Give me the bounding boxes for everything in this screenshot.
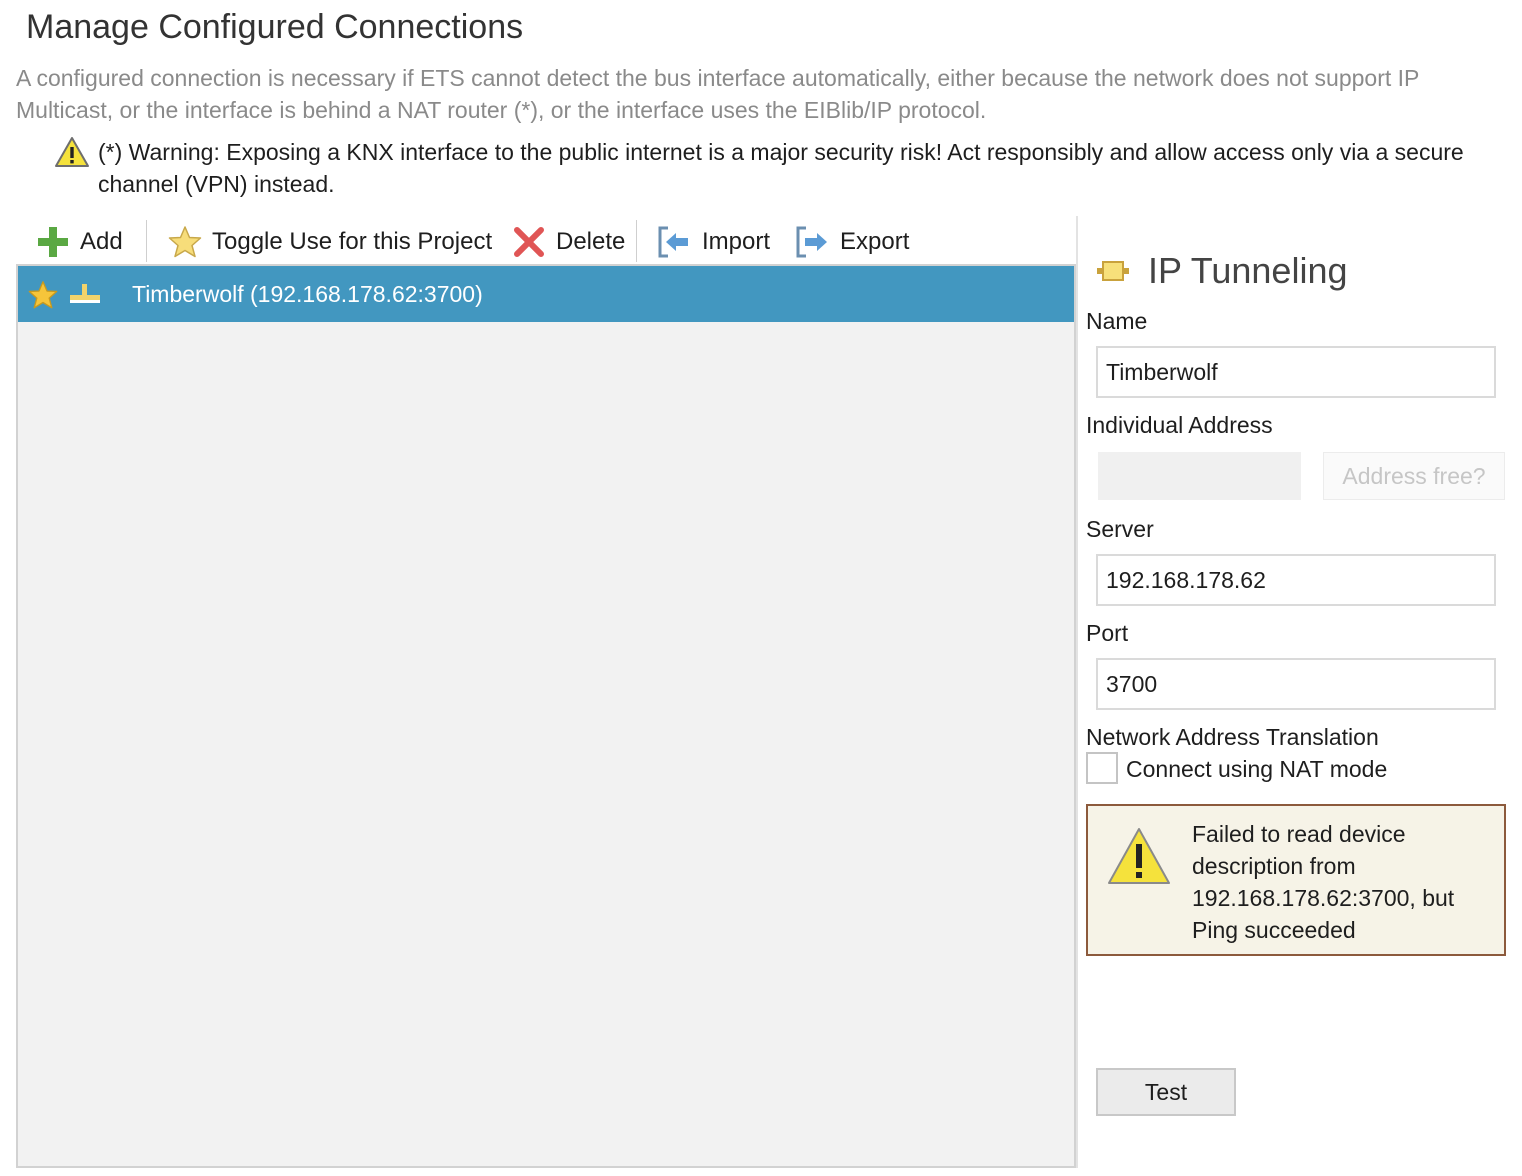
- add-label: Add: [80, 228, 123, 255]
- delete-label: Delete: [556, 228, 626, 255]
- individual-address-input: [1098, 452, 1301, 500]
- nat-section-label: Network Address Translation: [1086, 724, 1379, 750]
- export-icon: [796, 226, 827, 258]
- list-item-label: Timberwolf (192.168.178.62:3700): [132, 281, 483, 307]
- panel-splitter[interactable]: [1076, 216, 1078, 1168]
- individual-address-label: Individual Address: [1086, 412, 1273, 438]
- star-icon: [28, 281, 58, 309]
- address-free-button: Address free?: [1323, 452, 1505, 500]
- detail-title: IP Tunneling: [1148, 250, 1348, 291]
- delete-x-icon: [514, 227, 544, 257]
- delete-button[interactable]: Delete: [512, 222, 625, 262]
- toggle-use-button[interactable]: Toggle Use for this Project: [168, 222, 492, 262]
- star-icon: [168, 226, 202, 258]
- toolbar-separator: [636, 220, 637, 262]
- server-input[interactable]: [1096, 554, 1496, 606]
- toggle-use-label: Toggle Use for this Project: [212, 228, 493, 255]
- warning-triangle-icon: [1108, 828, 1170, 884]
- page-title: Manage Configured Connections: [26, 8, 524, 46]
- warning-triangle-icon: [54, 136, 90, 168]
- alert-message: Failed to read device description from 1…: [1192, 821, 1455, 943]
- nat-mode-checkbox[interactable]: [1086, 752, 1118, 784]
- test-button[interactable]: Test: [1096, 1068, 1236, 1116]
- toolbar-separator: [146, 220, 147, 262]
- connection-alert: Failed to read device description from 1…: [1086, 804, 1506, 956]
- network-connection-icon: [70, 284, 100, 303]
- name-input[interactable]: [1096, 346, 1496, 398]
- export-button[interactable]: Export: [794, 222, 909, 262]
- ip-tunneling-icon: [1097, 261, 1129, 281]
- toolbar: Add Toggle Use for this Project Delete I…: [16, 216, 1076, 266]
- description-text: A configured connection is necessary if …: [16, 65, 1419, 123]
- connections-list: Timberwolf (192.168.178.62:3700): [16, 264, 1076, 1168]
- port-label: Port: [1086, 620, 1129, 646]
- security-warning-text: (*) Warning: Exposing a KNX interface to…: [98, 139, 1464, 197]
- nat-mode-label[interactable]: Connect using NAT mode: [1126, 756, 1387, 783]
- port-input[interactable]: [1096, 658, 1496, 710]
- server-label: Server: [1086, 516, 1154, 542]
- plus-icon: [38, 227, 68, 257]
- import-icon: [658, 226, 688, 258]
- name-label: Name: [1086, 308, 1148, 334]
- list-item[interactable]: Timberwolf (192.168.178.62:3700): [18, 266, 1074, 322]
- export-label: Export: [840, 228, 910, 255]
- import-button[interactable]: Import: [656, 222, 770, 262]
- add-button[interactable]: Add: [36, 222, 123, 262]
- import-label: Import: [702, 228, 771, 255]
